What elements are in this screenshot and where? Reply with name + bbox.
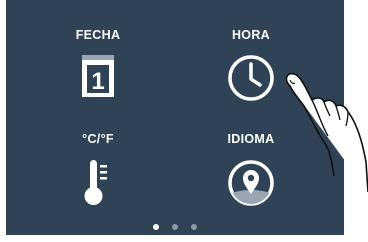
- units-label: °C/°F: [82, 132, 114, 146]
- pointing-hand-icon: [276, 66, 368, 197]
- page-indicator: [6, 224, 344, 230]
- location-pin-icon: [226, 158, 276, 208]
- calendar-day: 1: [91, 68, 104, 95]
- time-label: HORA: [231, 28, 270, 42]
- date-setting-tile[interactable]: FECHA 1: [58, 28, 138, 98]
- temperature-units-tile[interactable]: °C/°F: [58, 132, 138, 208]
- clock-icon: [227, 54, 275, 102]
- date-label: FECHA: [75, 28, 121, 42]
- thermometer-icon: [81, 158, 115, 208]
- stage: FECHA 1 HORA °C/°F IDIOMA: [0, 0, 368, 242]
- page-dot-1[interactable]: [153, 224, 159, 230]
- page-dot-3[interactable]: [191, 224, 197, 230]
- language-label: IDIOMA: [227, 132, 275, 146]
- page-dot-2[interactable]: [172, 224, 178, 230]
- calendar-icon: 1: [81, 54, 115, 98]
